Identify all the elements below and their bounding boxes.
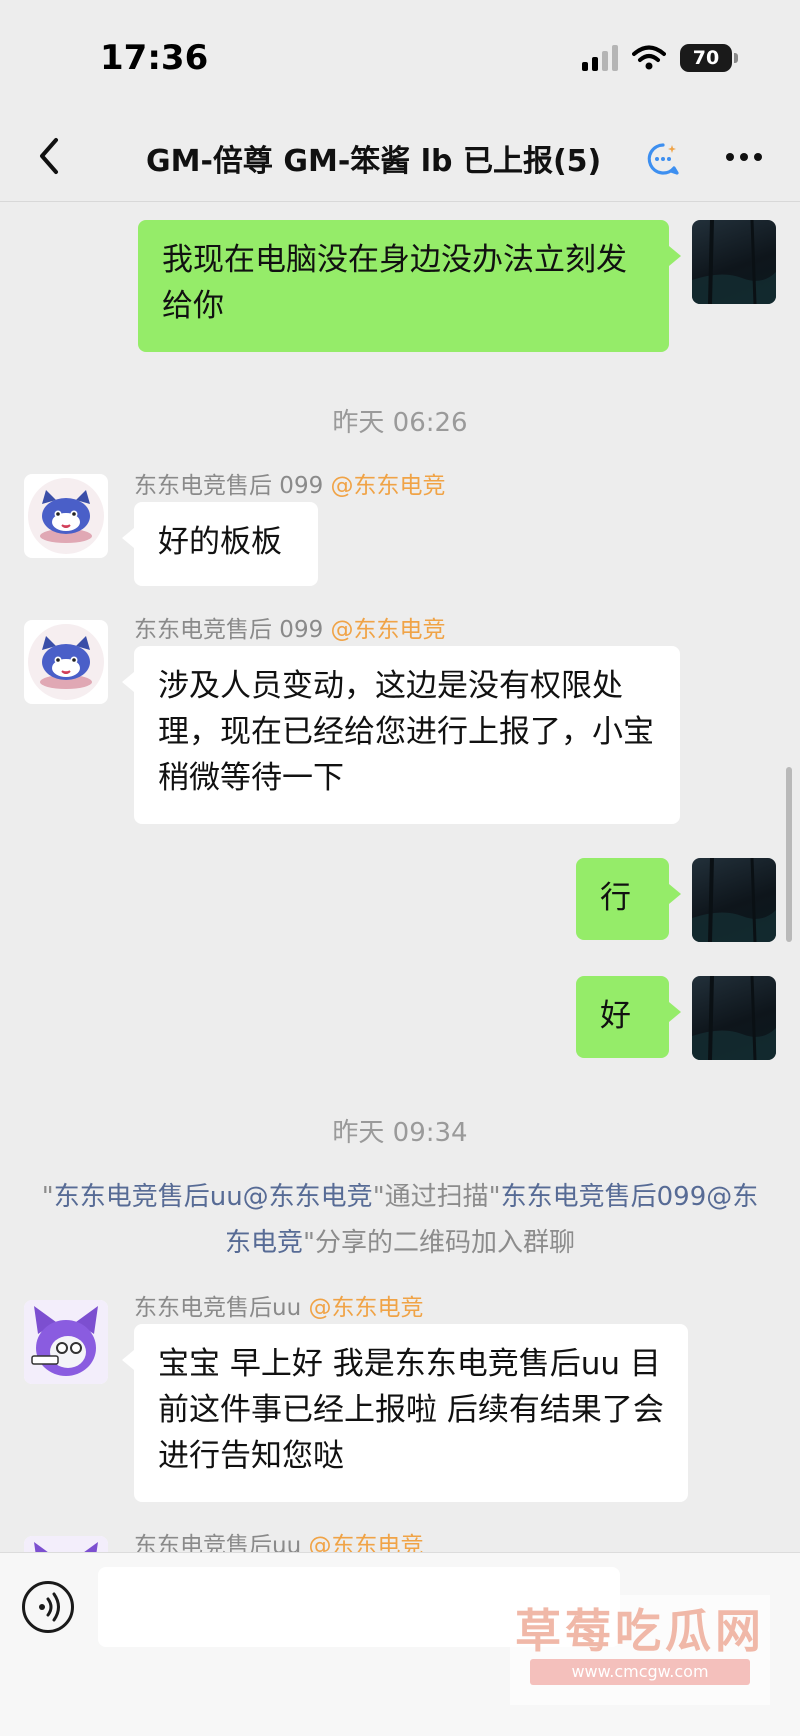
self-avatar[interactable]: [692, 976, 776, 1060]
sender-name: 东东电竞售后 099 @东东电竞: [134, 466, 446, 500]
contact-avatar[interactable]: [24, 1300, 108, 1384]
message-bubble-self[interactable]: 行: [576, 858, 681, 940]
sender-mention: @东东电竞: [308, 1533, 424, 1552]
more-icon[interactable]: [724, 140, 764, 174]
system-link-inviter[interactable]: 东东电竞售后uu@东东电竞: [54, 1182, 373, 1212]
sender-mention: @东东电竞: [330, 473, 446, 499]
sender-name-text: 东东电竞售后uu: [134, 1295, 302, 1321]
contact-avatar[interactable]: [24, 474, 108, 558]
timestamp: 昨天 09:34: [332, 1118, 468, 1148]
message-bubble[interactable]: 好的板板: [122, 502, 318, 586]
sender-name: 东东电竞售后uu @东东电竞: [134, 1288, 423, 1322]
ai-chat-icon[interactable]: [646, 142, 680, 176]
voice-wave-icon: [39, 1592, 60, 1622]
status-time: 17:36: [100, 38, 209, 78]
battery-icon: 70: [680, 44, 738, 72]
self-avatar-image: [692, 858, 776, 942]
message-bubble-self[interactable]: 好: [576, 976, 681, 1058]
sender-name-text: 东东电竞售后 099: [134, 473, 324, 499]
self-avatar-image: [692, 976, 776, 1060]
system-text: "分享的二维码加入群聊: [303, 1228, 575, 1258]
purple-cat-avatar: [24, 1536, 108, 1552]
input-bar: 草莓吃瓜网 www.cmcgw.com: [0, 1552, 800, 1736]
sender-name-text: 东东电竞售后uu: [134, 1533, 302, 1552]
purple-cat-avatar: [24, 1300, 108, 1384]
cat-mascot-avatar: [28, 624, 104, 700]
timestamp: 昨天 06:26: [332, 408, 468, 438]
wifi-icon: [632, 45, 666, 70]
message-bubble[interactable]: 宝宝 早上好 我是东东电竞售后uu 目前这件事已经上报啦 后续有结果了会进行告知…: [122, 1324, 688, 1502]
self-avatar-image: [692, 220, 776, 304]
sender-name: 东东电竞售后 099 @东东电竞: [134, 610, 446, 644]
sender-mention: @东东电竞: [330, 617, 446, 643]
cat-mascot-avatar: [28, 478, 104, 554]
system-text: ": [41, 1182, 54, 1212]
chat-header: GM-倍尊 GM-笨酱 lb 已上报(5): [0, 110, 800, 202]
status-bar: 17:36 70: [0, 0, 800, 110]
contact-avatar[interactable]: [24, 1536, 108, 1552]
chevron-left-icon[interactable]: [30, 132, 70, 180]
scrollbar[interactable]: [786, 767, 792, 942]
watermark-url: www.cmcgw.com: [530, 1659, 750, 1685]
message-bubble-self[interactable]: 我现在电脑没在身边没办法立刻发给你: [138, 220, 681, 352]
status-icons: 70: [582, 44, 738, 72]
system-text: "通过扫描": [372, 1182, 501, 1212]
self-avatar[interactable]: [692, 220, 776, 304]
chat-title: GM-倍尊 GM-笨酱 lb 已上报(5): [146, 144, 602, 179]
system-message: "东东电竞售后uu@东东电竞"通过扫描"东东电竞售后099@东东电竞"分享的二维…: [40, 1174, 760, 1266]
sender-name-text: 东东电竞售后 099: [134, 617, 324, 643]
voice-icon[interactable]: [22, 1581, 74, 1633]
watermark-text: 草莓吃瓜网: [515, 1604, 765, 1658]
watermark: 草莓吃瓜网 www.cmcgw.com: [510, 1595, 770, 1705]
message-list[interactable]: 我现在电脑没在身边没办法立刻发给你 昨天 06:26 东东电竞售后 099 @东…: [0, 202, 800, 1552]
self-avatar[interactable]: [692, 858, 776, 942]
sender-mention: @东东电竞: [308, 1295, 424, 1321]
sender-name: 东东电竞售后uu @东东电竞: [134, 1526, 423, 1552]
message-bubble[interactable]: 涉及人员变动，这边是没有权限处理，现在已经给您进行上报了，小宝稍微等待一下: [122, 646, 680, 824]
contact-avatar[interactable]: [24, 620, 108, 704]
signal-icon: [582, 45, 618, 71]
